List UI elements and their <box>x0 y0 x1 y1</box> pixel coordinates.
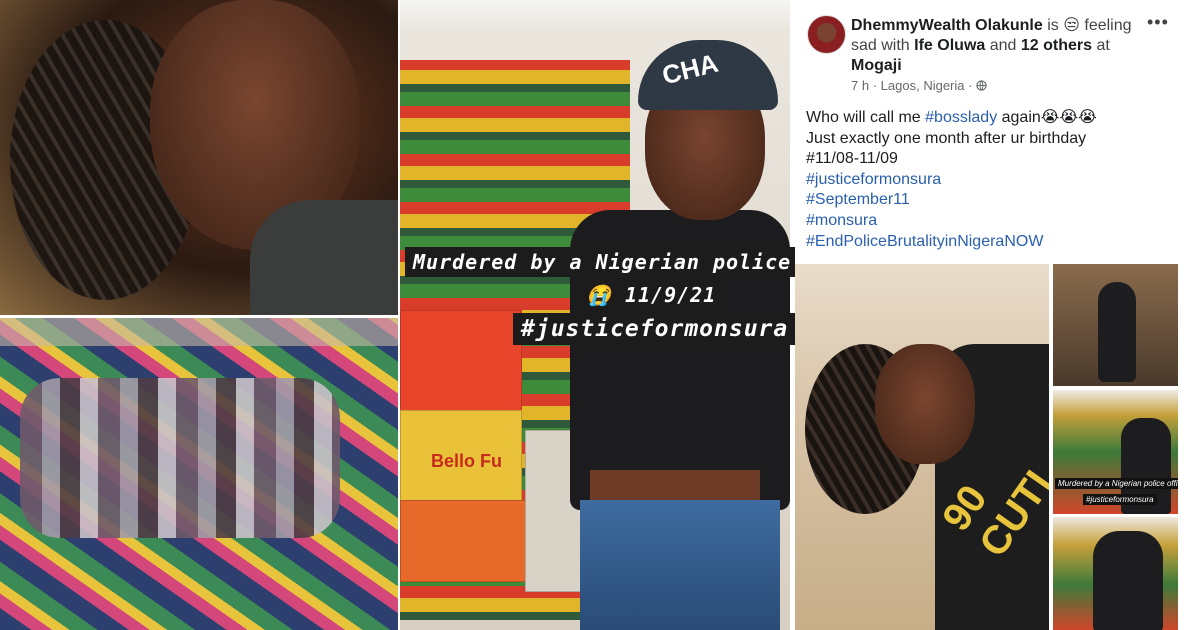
globe-icon <box>976 80 987 91</box>
product-box: Bello Fu <box>400 410 522 502</box>
more-options-button[interactable]: ••• <box>1147 12 1169 33</box>
avatar[interactable] <box>807 15 846 54</box>
pixelated-blur <box>20 378 340 538</box>
jeans <box>580 500 780 630</box>
post-text-line3: #11/08-11/09 <box>806 150 898 168</box>
product-box <box>400 310 522 412</box>
others-link[interactable]: 12 others <box>1021 37 1092 54</box>
post-photo-main[interactable]: 90 CUTI <box>795 264 1049 630</box>
hashtag-link[interactable]: #justiceformonsura <box>806 170 1186 191</box>
poster-caption-line2: 😭 11/9/21 <box>578 280 725 310</box>
hashtag-link[interactable]: #monsura <box>806 211 1186 232</box>
face <box>875 344 975 464</box>
separator-dot: · <box>968 78 973 93</box>
post-photo-thumb-2[interactable]: Murdered by a Nigerian police officer #j… <box>1053 390 1178 514</box>
text-fragment: Who will call me <box>806 109 926 126</box>
text-fragment: again😭😭😭 <box>997 109 1097 126</box>
at-text: at <box>1096 37 1110 54</box>
tagged-person[interactable]: Ife Oluwa <box>914 37 985 54</box>
headboard <box>0 318 398 346</box>
post-text-line2: Just exactly one month after ur birthday <box>806 129 1087 147</box>
photo-smiling-woman-closeup <box>0 0 398 315</box>
figure <box>1093 531 1163 630</box>
feeling-emoji: 😒 <box>1063 17 1080 34</box>
post-location[interactable]: Lagos, Nigeria <box>881 78 965 93</box>
poster-caption-hashtag: #justiceformonsura <box>513 313 797 345</box>
hashtag-bosslady[interactable]: #bosslady <box>925 109 997 126</box>
photo-pixelated-scene <box>0 318 398 630</box>
hashtag-link[interactable]: #September11 <box>806 190 1186 211</box>
post-text-line1: Who will call me #bosslady again😭😭😭 <box>806 108 1186 129</box>
facebook-post: DhemmyWealth Olakunle is 😒 feeling sad w… <box>795 0 1200 630</box>
product-box <box>400 500 527 582</box>
poster-caption-line1: Murdered by a Nigerian police <box>405 247 800 277</box>
post-time[interactable]: 7 h <box>851 78 869 93</box>
place-link[interactable]: Mogaji <box>851 57 902 74</box>
separator-dot: · <box>872 78 878 93</box>
and-text: and <box>989 37 1017 54</box>
figure <box>1098 282 1136 382</box>
post-photo-thumb-3[interactable] <box>1053 517 1178 630</box>
post-header: DhemmyWealth Olakunle is 😒 feeling sad w… <box>851 16 1143 76</box>
post-meta: 7 h · Lagos, Nigeria · <box>851 78 987 93</box>
post-photo-thumb-1[interactable] <box>1053 264 1178 386</box>
thumb-caption: Murdered by a Nigerian police officer <box>1055 478 1178 489</box>
is-text: is <box>1047 17 1059 34</box>
author-name[interactable]: DhemmyWealth Olakunle <box>851 17 1043 34</box>
post-text: Who will call me #bosslady again😭😭😭 Just… <box>806 108 1186 252</box>
box-label: Bello Fu <box>431 451 502 471</box>
shirt <box>250 200 398 315</box>
thumb-caption-hashtag: #justiceformonsura <box>1083 494 1157 505</box>
hashtag-link[interactable]: #EndPoliceBrutalityinNigeraNOW <box>806 232 1186 253</box>
